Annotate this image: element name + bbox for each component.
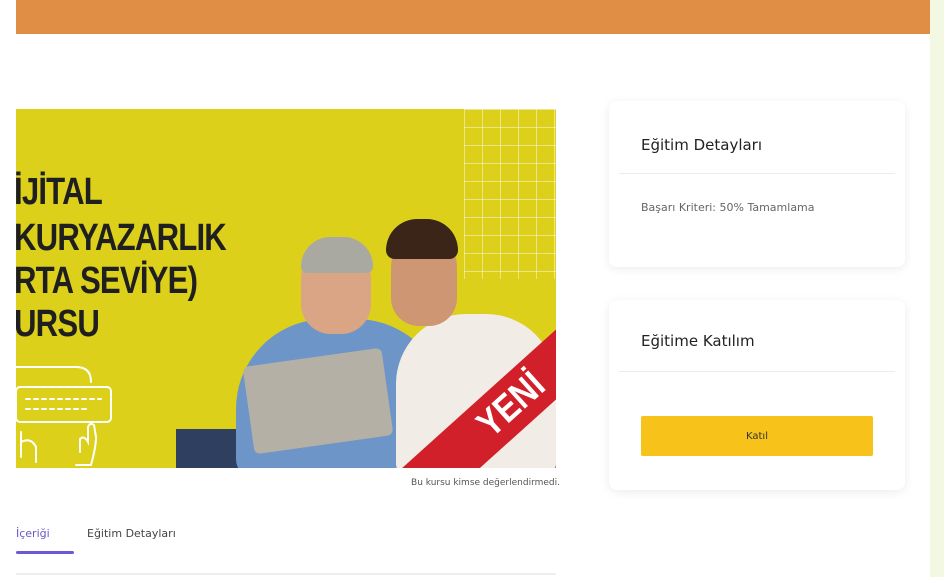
- details-card: Eğitim Detayları Başarı Kriteri: 50% Tam…: [609, 101, 905, 267]
- image-title-line: RTA SEVİYE): [16, 260, 198, 302]
- criteria-value: 50% Tamamlama: [719, 201, 815, 214]
- header-bar: [16, 0, 930, 34]
- image-title-line: URSU: [16, 303, 100, 345]
- join-card-title: Eğitime Katılım: [641, 332, 755, 350]
- active-tab-indicator: [16, 551, 74, 554]
- image-title-line: KURYAZARLIK: [16, 217, 227, 259]
- tab-details[interactable]: Eğitim Detayları: [87, 527, 176, 540]
- details-card-title: Eğitim Detayları: [641, 136, 763, 154]
- photo-older-man-hair: [301, 237, 373, 273]
- course-image: İJİTAL KURYAZARLIK RTA SEVİYE) URSU YENİ: [16, 109, 556, 468]
- join-button[interactable]: Katıl: [641, 416, 873, 456]
- right-margin: [930, 0, 944, 577]
- join-card: Eğitime Katılım Katıl: [609, 300, 905, 490]
- photo-younger-man-hair: [386, 219, 458, 259]
- success-criteria: Başarı Kriteri: 50% Tamamlama: [641, 201, 815, 214]
- rating-text: Bu kursu kimse değerlendirmedi.: [411, 478, 560, 488]
- content-divider: [16, 573, 556, 575]
- grid-decoration: [464, 109, 556, 279]
- criteria-label: Başarı Kriteri:: [641, 201, 716, 214]
- left-margin: [0, 0, 16, 577]
- image-title-line: İJİTAL: [16, 171, 103, 213]
- card-divider: [619, 173, 895, 174]
- tab-content[interactable]: İçeriği: [16, 527, 50, 540]
- card-divider: [619, 371, 895, 372]
- keyboard-hands-icon: [16, 366, 112, 466]
